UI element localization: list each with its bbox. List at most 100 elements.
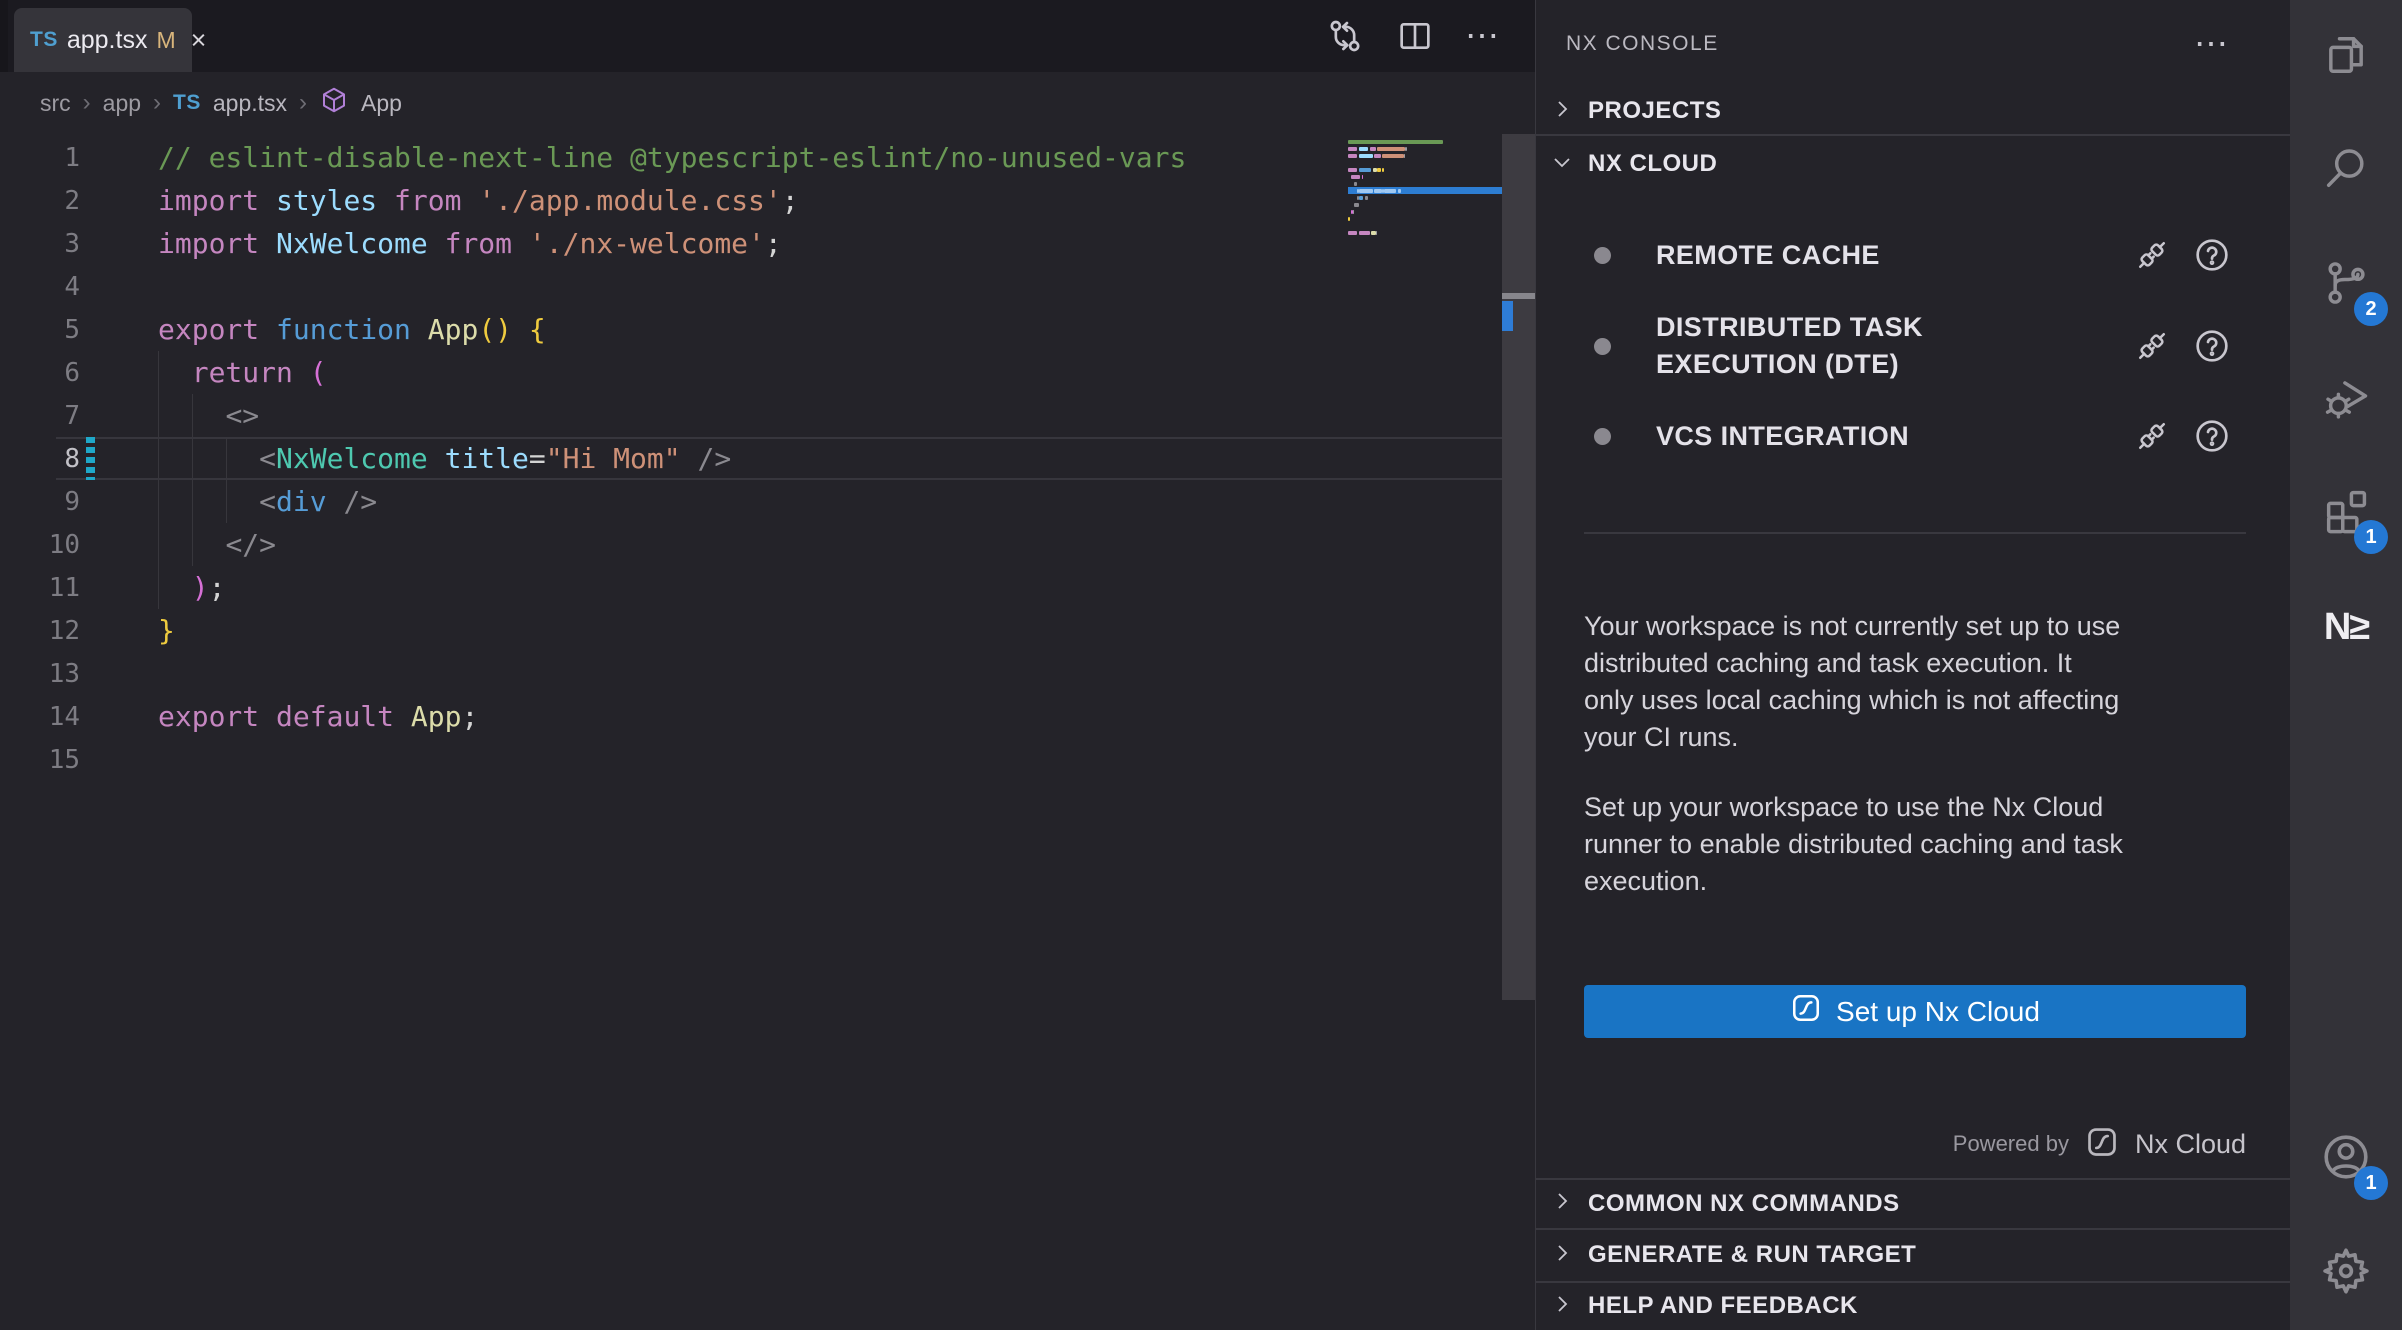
- feature-row: REMOTE CACHE: [1536, 210, 2290, 300]
- line-number: 8: [0, 444, 80, 474]
- overview-cursor-marker: [1502, 293, 1535, 299]
- connect-icon[interactable]: [2132, 326, 2172, 366]
- code-text: // eslint-disable-next-line @typescript-…: [158, 141, 1186, 174]
- code-line-9[interactable]: 9 <div />: [0, 480, 1535, 523]
- code-line-12[interactable]: 12}: [0, 609, 1535, 652]
- scrollbar[interactable]: [1502, 134, 1535, 1330]
- chevron-right-icon: [1550, 97, 1574, 126]
- line-number: 6: [0, 358, 80, 388]
- section-generate-run-target[interactable]: GENERATE & RUN TARGET: [1536, 1229, 2290, 1281]
- code-text: }: [158, 614, 175, 647]
- line-number: 11: [0, 573, 80, 603]
- minimap-line: [1348, 194, 1502, 201]
- code-text: return (: [158, 356, 327, 389]
- code-text: export function App() {: [158, 313, 546, 346]
- code-editor[interactable]: 1// eslint-disable-next-line @typescript…: [0, 134, 1535, 1330]
- typescript-icon: TS: [30, 28, 58, 52]
- code-line-8[interactable]: 8 <NxWelcome title="Hi Mom" />: [0, 437, 1535, 480]
- section-nx-cloud[interactable]: NX CLOUD: [1536, 138, 2290, 190]
- code-line-13[interactable]: 13: [0, 652, 1535, 695]
- close-icon[interactable]: ×: [191, 27, 207, 54]
- nx-cloud-logo-icon: [1790, 992, 1822, 1031]
- chevron-right-icon: [1550, 1241, 1574, 1270]
- line-number: 15: [0, 745, 80, 775]
- code-text: export default App;: [158, 700, 478, 733]
- divider: [1536, 134, 2290, 136]
- minimap-line: [1348, 159, 1502, 166]
- chevron-right-icon: [1550, 1292, 1574, 1321]
- line-number: 3: [0, 229, 80, 259]
- activity-bar-spacer: [2290, 684, 2402, 1102]
- tab-app-tsx[interactable]: TS app.tsx M ×: [14, 8, 192, 72]
- modified-indicator: M: [156, 27, 175, 54]
- line-number: 12: [0, 616, 80, 646]
- panel-more-actions-icon[interactable]: ⋯: [2194, 0, 2230, 88]
- activity-item-nx-console[interactable]: N≥: [2290, 570, 2402, 684]
- feature-label: DISTRIBUTED TASKEXECUTION (DTE): [1656, 309, 1923, 383]
- code-line-6[interactable]: 6 return (: [0, 351, 1535, 394]
- open-changes-icon[interactable]: [1325, 16, 1365, 56]
- code-line-15[interactable]: 15: [0, 738, 1535, 781]
- breadcrumb: src › app › TS app.tsx › App: [40, 72, 402, 134]
- connect-icon[interactable]: [2132, 235, 2172, 275]
- code-line-10[interactable]: 10 </>: [0, 523, 1535, 566]
- code-line-14[interactable]: 14 export default App;: [0, 695, 1535, 738]
- badge: 1: [2354, 1166, 2388, 1200]
- minimap[interactable]: [1348, 138, 1502, 258]
- code-line-7[interactable]: 7 <>: [0, 394, 1535, 437]
- run-debug-icon: [2320, 371, 2372, 428]
- code-line-1[interactable]: 1// eslint-disable-next-line @typescript…: [0, 136, 1535, 179]
- section-label: PROJECTS: [1588, 97, 1721, 125]
- breadcrumb-folder[interactable]: src: [40, 90, 71, 117]
- chevron-down-icon: [1550, 150, 1574, 179]
- code-line-11[interactable]: 11 );: [0, 566, 1535, 609]
- breadcrumb-folder[interactable]: app: [103, 90, 141, 117]
- minimap-line: [1348, 152, 1502, 159]
- help-icon[interactable]: [2192, 326, 2232, 366]
- tab-bar: TS app.tsx M × ⋯: [0, 0, 1535, 72]
- breadcrumb-symbol[interactable]: App: [361, 90, 402, 117]
- section-help-and-feedback[interactable]: HELP AND FEEDBACK: [1536, 1282, 2290, 1330]
- activity-item-accounts[interactable]: 1: [2290, 1102, 2402, 1216]
- line-number: 13: [0, 659, 80, 689]
- line-number: 7: [0, 401, 80, 431]
- connect-icon[interactable]: [2132, 416, 2172, 456]
- status-bullet: [1594, 247, 1611, 264]
- section-label: COMMON NX COMMANDS: [1588, 1190, 1900, 1218]
- activity-item-settings[interactable]: [2290, 1216, 2402, 1330]
- help-icon[interactable]: [2192, 416, 2232, 456]
- code-line-3[interactable]: 3import NxWelcome from './nx-welcome';: [0, 222, 1535, 265]
- code-line-5[interactable]: 5export function App() {: [0, 308, 1535, 351]
- minimap-line: [1348, 201, 1502, 208]
- section-label: NX CLOUD: [1588, 150, 1717, 178]
- powered-by: Powered by Nx Cloud: [1953, 1118, 2246, 1170]
- panel-title: NX CONSOLE: [1566, 0, 1719, 88]
- chevron-right-icon: [1550, 1189, 1574, 1218]
- nx-cloud-name: Nx Cloud: [2135, 1129, 2246, 1160]
- activity-item-search[interactable]: [2290, 114, 2402, 228]
- help-icon[interactable]: [2192, 235, 2232, 275]
- activity-item-run-debug[interactable]: [2290, 342, 2402, 456]
- setup-nx-cloud-button[interactable]: Set up Nx Cloud: [1584, 985, 2246, 1038]
- nx-cloud-logo-icon: [2085, 1125, 2119, 1164]
- code-text: );: [158, 571, 225, 604]
- split-editor-icon[interactable]: [1395, 16, 1435, 56]
- scrollbar-slider[interactable]: [1502, 134, 1535, 1000]
- code-line-4[interactable]: 4: [0, 265, 1535, 308]
- chevron-right-icon: ›: [153, 89, 161, 117]
- code-line-2[interactable]: 2import styles from './app.module.css';: [0, 179, 1535, 222]
- activity-item-explorer[interactable]: [2290, 0, 2402, 114]
- editor-region: TS app.tsx M × ⋯ src › app › TS app.tsx …: [0, 0, 1535, 1330]
- status-bullet: [1594, 428, 1611, 445]
- activity-item-source-control[interactable]: 2: [2290, 228, 2402, 342]
- line-number: 14: [0, 702, 80, 732]
- section-projects[interactable]: PROJECTS: [1536, 88, 2290, 134]
- code-text: import styles from './app.module.css';: [158, 184, 799, 217]
- badge: 1: [2354, 520, 2388, 554]
- chevron-right-icon: ›: [299, 89, 307, 117]
- section-common-nx-commands[interactable]: COMMON NX COMMANDS: [1536, 1179, 2290, 1228]
- line-number: 9: [0, 487, 80, 517]
- tab-title: app.tsx: [67, 26, 148, 55]
- activity-item-extensions[interactable]: 1: [2290, 456, 2402, 570]
- breadcrumb-file[interactable]: app.tsx: [213, 90, 287, 117]
